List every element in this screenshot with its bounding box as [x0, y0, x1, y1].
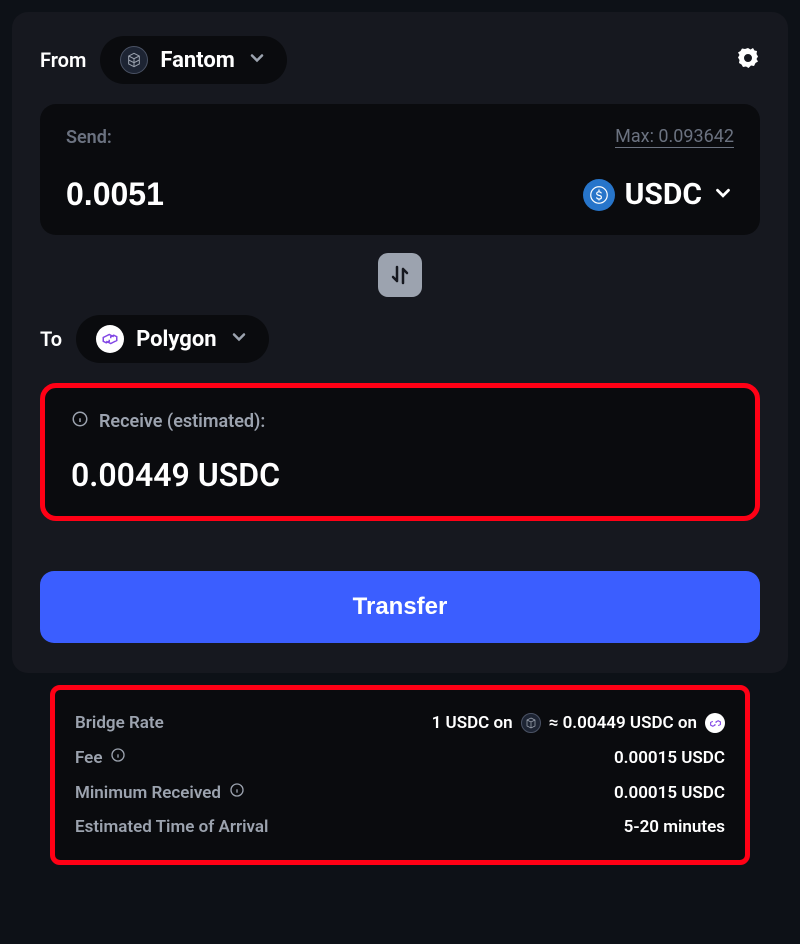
min-received-label-text: Minimum Received — [75, 783, 221, 803]
fee-label: Fee — [75, 747, 126, 768]
from-chain-name: Fantom — [160, 48, 234, 73]
min-received-label: Minimum Received — [75, 782, 245, 803]
usdc-icon — [583, 179, 615, 211]
eta-value: 5-20 minutes — [624, 817, 725, 837]
send-header: Send: Max: 0.093642 — [66, 126, 734, 148]
info-icon[interactable] — [71, 410, 89, 432]
gear-icon[interactable] — [736, 46, 760, 74]
summary-eta-row: Estimated Time of Arrival 5-20 minutes — [75, 810, 725, 844]
send-token-selector[interactable]: USDC — [583, 177, 734, 212]
to-chain-selector[interactable]: Polygon — [76, 315, 269, 363]
send-token-name: USDC — [625, 177, 702, 212]
eta-label: Estimated Time of Arrival — [75, 817, 268, 837]
bridge-rate-left: 1 USDC on — [432, 713, 513, 733]
summary-bridge-rate-row: Bridge Rate 1 USDC on ≈ 0.00449 USDC on — [75, 706, 725, 740]
transfer-button[interactable]: Transfer — [40, 571, 760, 643]
info-icon[interactable] — [229, 782, 245, 803]
fee-label-text: Fee — [75, 748, 102, 768]
send-label: Send: — [66, 127, 112, 148]
summary-box: Bridge Rate 1 USDC on ≈ 0.00449 USDC on … — [50, 685, 750, 865]
to-row: To Polygon — [40, 315, 760, 363]
send-amount-input[interactable] — [66, 176, 400, 213]
chevron-down-icon — [247, 48, 267, 72]
to-label: To — [40, 327, 62, 351]
chevron-down-icon — [712, 182, 734, 208]
to-row-left: To Polygon — [40, 315, 269, 363]
bridge-card: From Fantom Send: Max: 0.093642 — [12, 12, 788, 673]
summary-fee-row: Fee 0.00015 USDC — [75, 740, 725, 775]
swap-button-wrapper — [40, 253, 760, 297]
max-button[interactable]: Max: 0.093642 — [615, 126, 734, 148]
chevron-down-icon — [229, 327, 249, 351]
receive-amount: 0.00449 USDC — [71, 456, 729, 494]
polygon-icon — [96, 325, 124, 353]
bridge-rate-right: ≈ 0.00449 USDC on — [549, 713, 697, 733]
to-chain-name: Polygon — [136, 327, 217, 352]
from-chain-selector[interactable]: Fantom — [100, 36, 286, 84]
fantom-icon — [521, 713, 541, 733]
polygon-icon — [705, 713, 725, 733]
fantom-icon — [120, 46, 148, 74]
fee-value: 0.00015 USDC — [614, 748, 725, 768]
receive-box: Receive (estimated): 0.00449 USDC — [40, 383, 760, 521]
info-icon[interactable] — [110, 747, 126, 768]
bridge-rate-value: 1 USDC on ≈ 0.00449 USDC on — [432, 713, 725, 733]
summary-min-received-row: Minimum Received 0.00015 USDC — [75, 775, 725, 810]
from-row-left: From Fantom — [40, 36, 287, 84]
send-box: Send: Max: 0.093642 USDC — [40, 104, 760, 235]
min-received-value: 0.00015 USDC — [614, 783, 725, 803]
send-amount-row: USDC — [66, 176, 734, 213]
receive-label: Receive (estimated): — [99, 411, 265, 432]
from-row: From Fantom — [40, 36, 760, 84]
swap-direction-button[interactable] — [378, 253, 422, 297]
from-label: From — [40, 48, 86, 72]
receive-header: Receive (estimated): — [71, 410, 729, 432]
bridge-rate-label: Bridge Rate — [75, 713, 164, 733]
